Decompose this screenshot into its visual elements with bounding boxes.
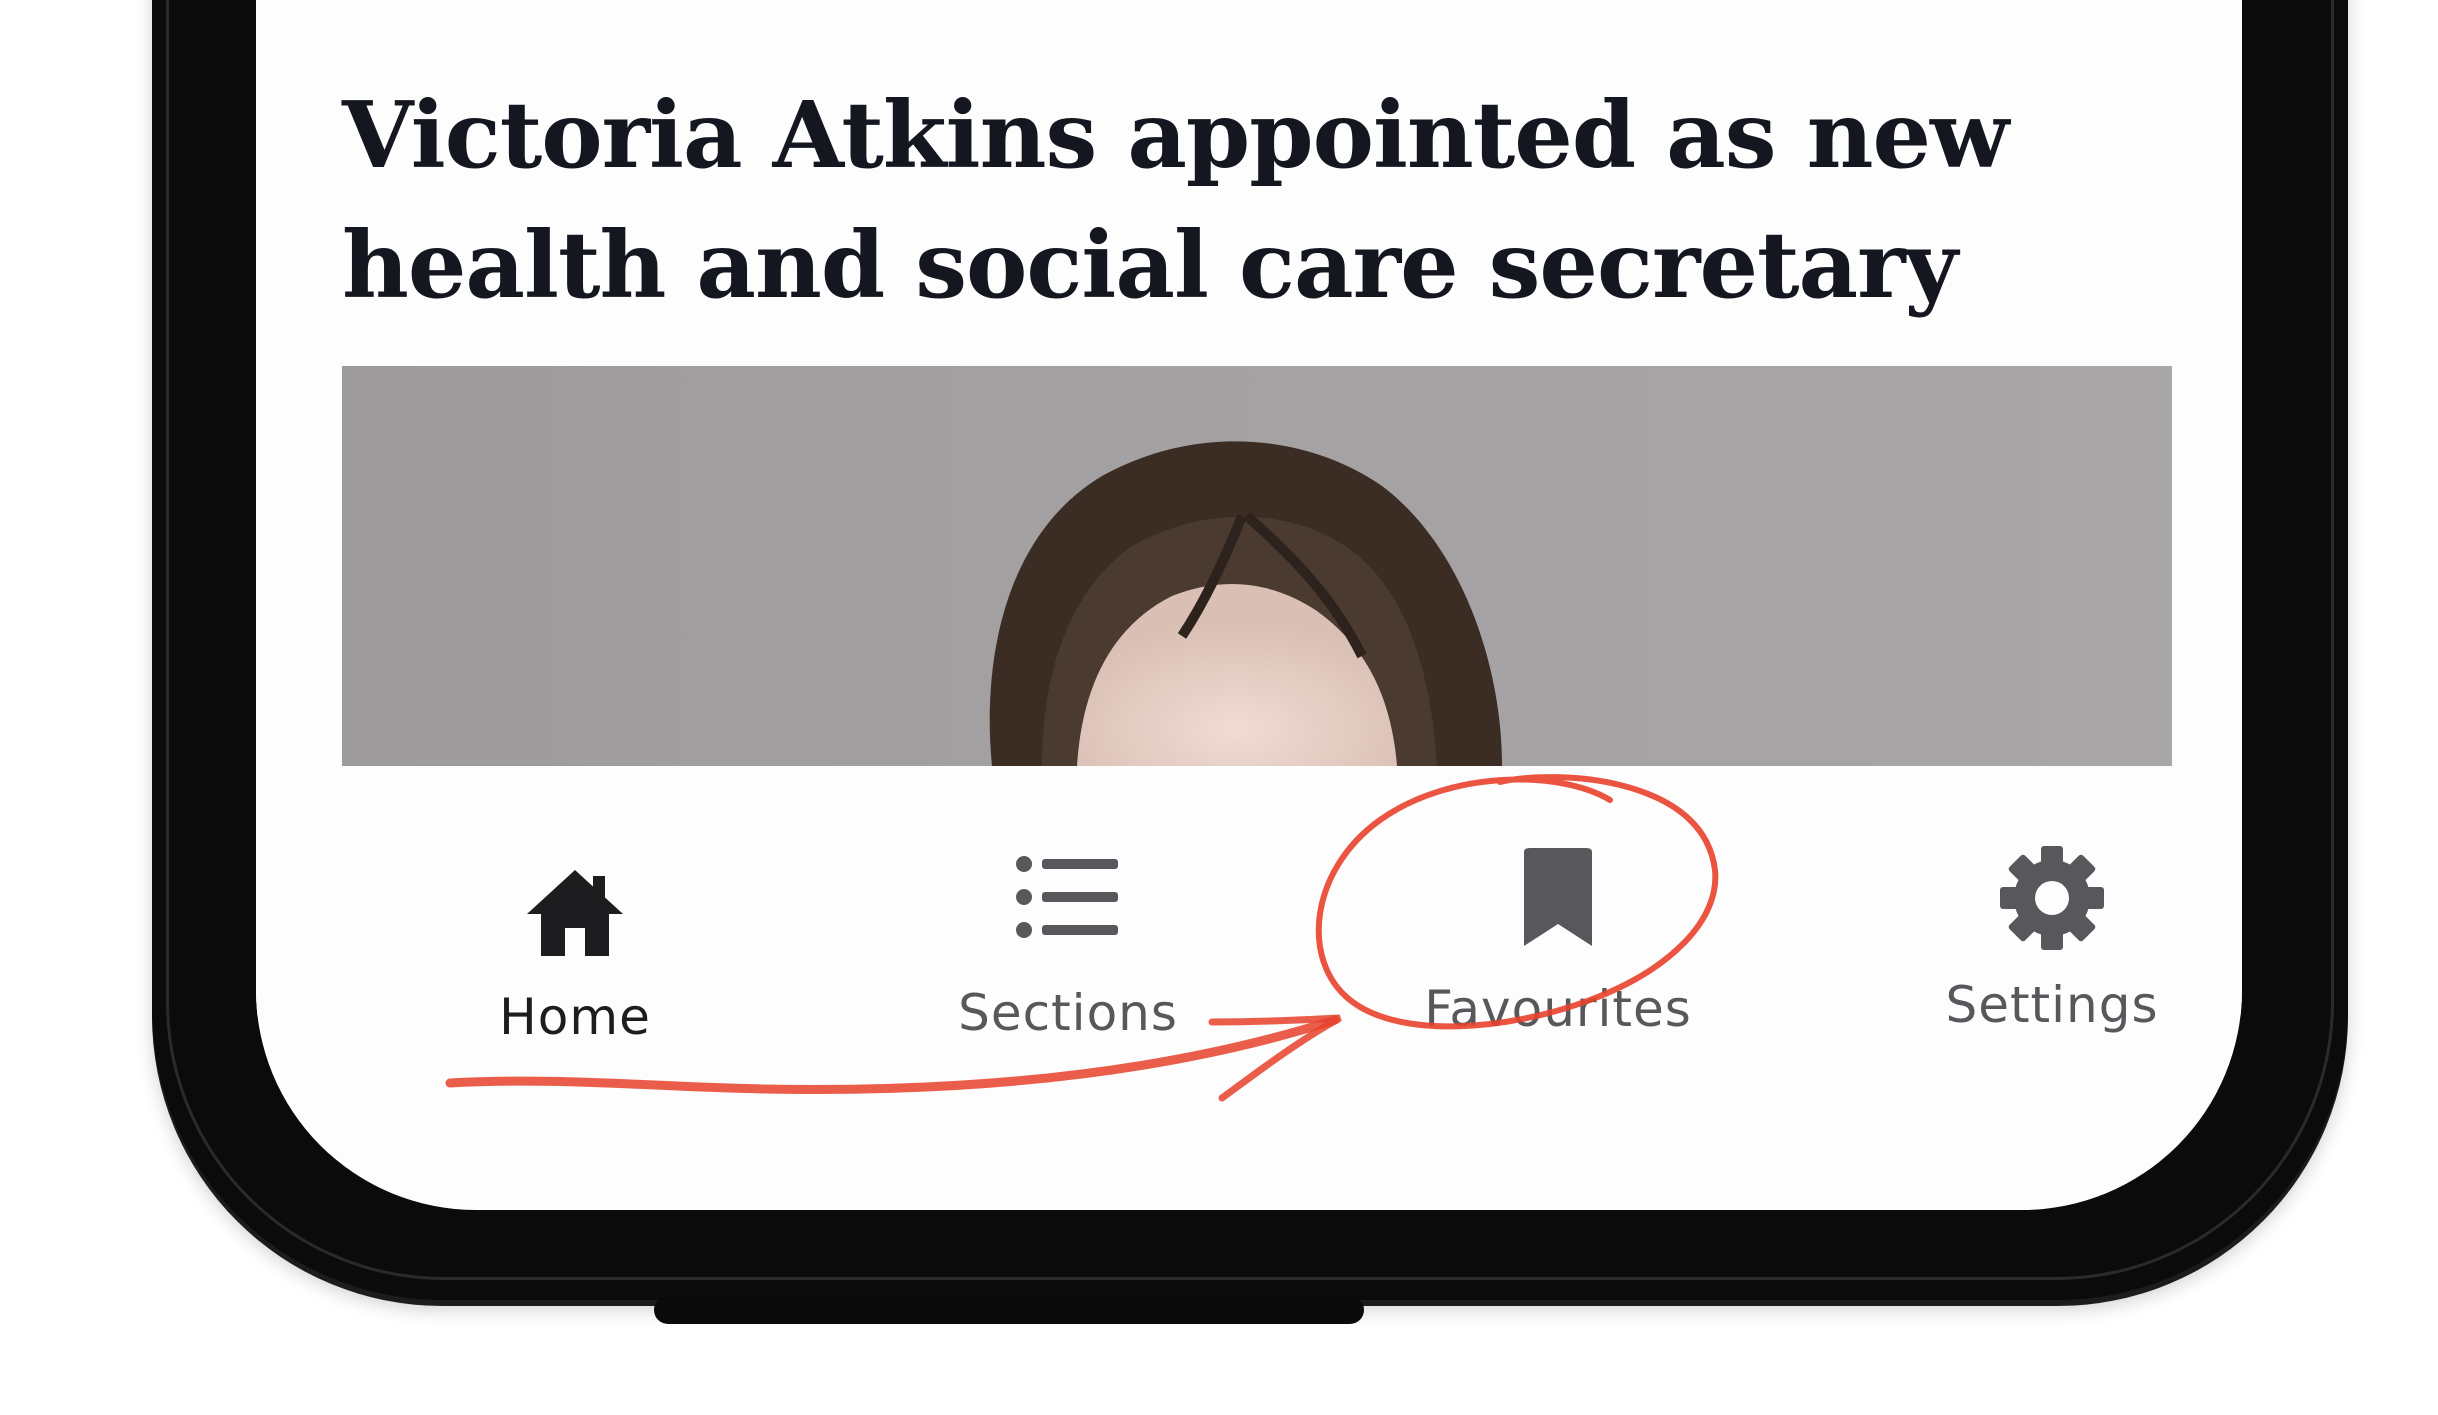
tab-home-label: Home xyxy=(499,988,651,1046)
tab-home[interactable]: Home xyxy=(375,766,775,1046)
phone-screen: Victoria Atkins appointed as new health … xyxy=(256,0,2242,1210)
article-headline[interactable]: Victoria Atkins appointed as new health … xyxy=(342,70,2042,330)
home-indicator-bar[interactable] xyxy=(654,1296,1364,1324)
tab-sections-label: Sections xyxy=(958,984,1178,1042)
gear-icon xyxy=(1852,846,2242,950)
tab-sections[interactable]: Sections xyxy=(868,766,1268,1042)
bookmark-icon xyxy=(1358,848,1758,948)
tab-settings[interactable]: Settings xyxy=(1852,766,2242,1034)
bottom-tab-bar: Home Sections Favourites Settings xyxy=(256,766,2242,1046)
tab-favourites-label: Favourites xyxy=(1424,980,1692,1038)
home-icon xyxy=(375,866,775,958)
portrait-photo xyxy=(989,441,1502,766)
phone-mockup: Victoria Atkins appointed as new health … xyxy=(0,0,2438,1415)
list-icon xyxy=(868,854,1268,940)
article-hero-image[interactable] xyxy=(342,366,2172,766)
tab-favourites[interactable]: Favourites xyxy=(1358,766,1758,1038)
tab-settings-label: Settings xyxy=(1945,976,2159,1034)
